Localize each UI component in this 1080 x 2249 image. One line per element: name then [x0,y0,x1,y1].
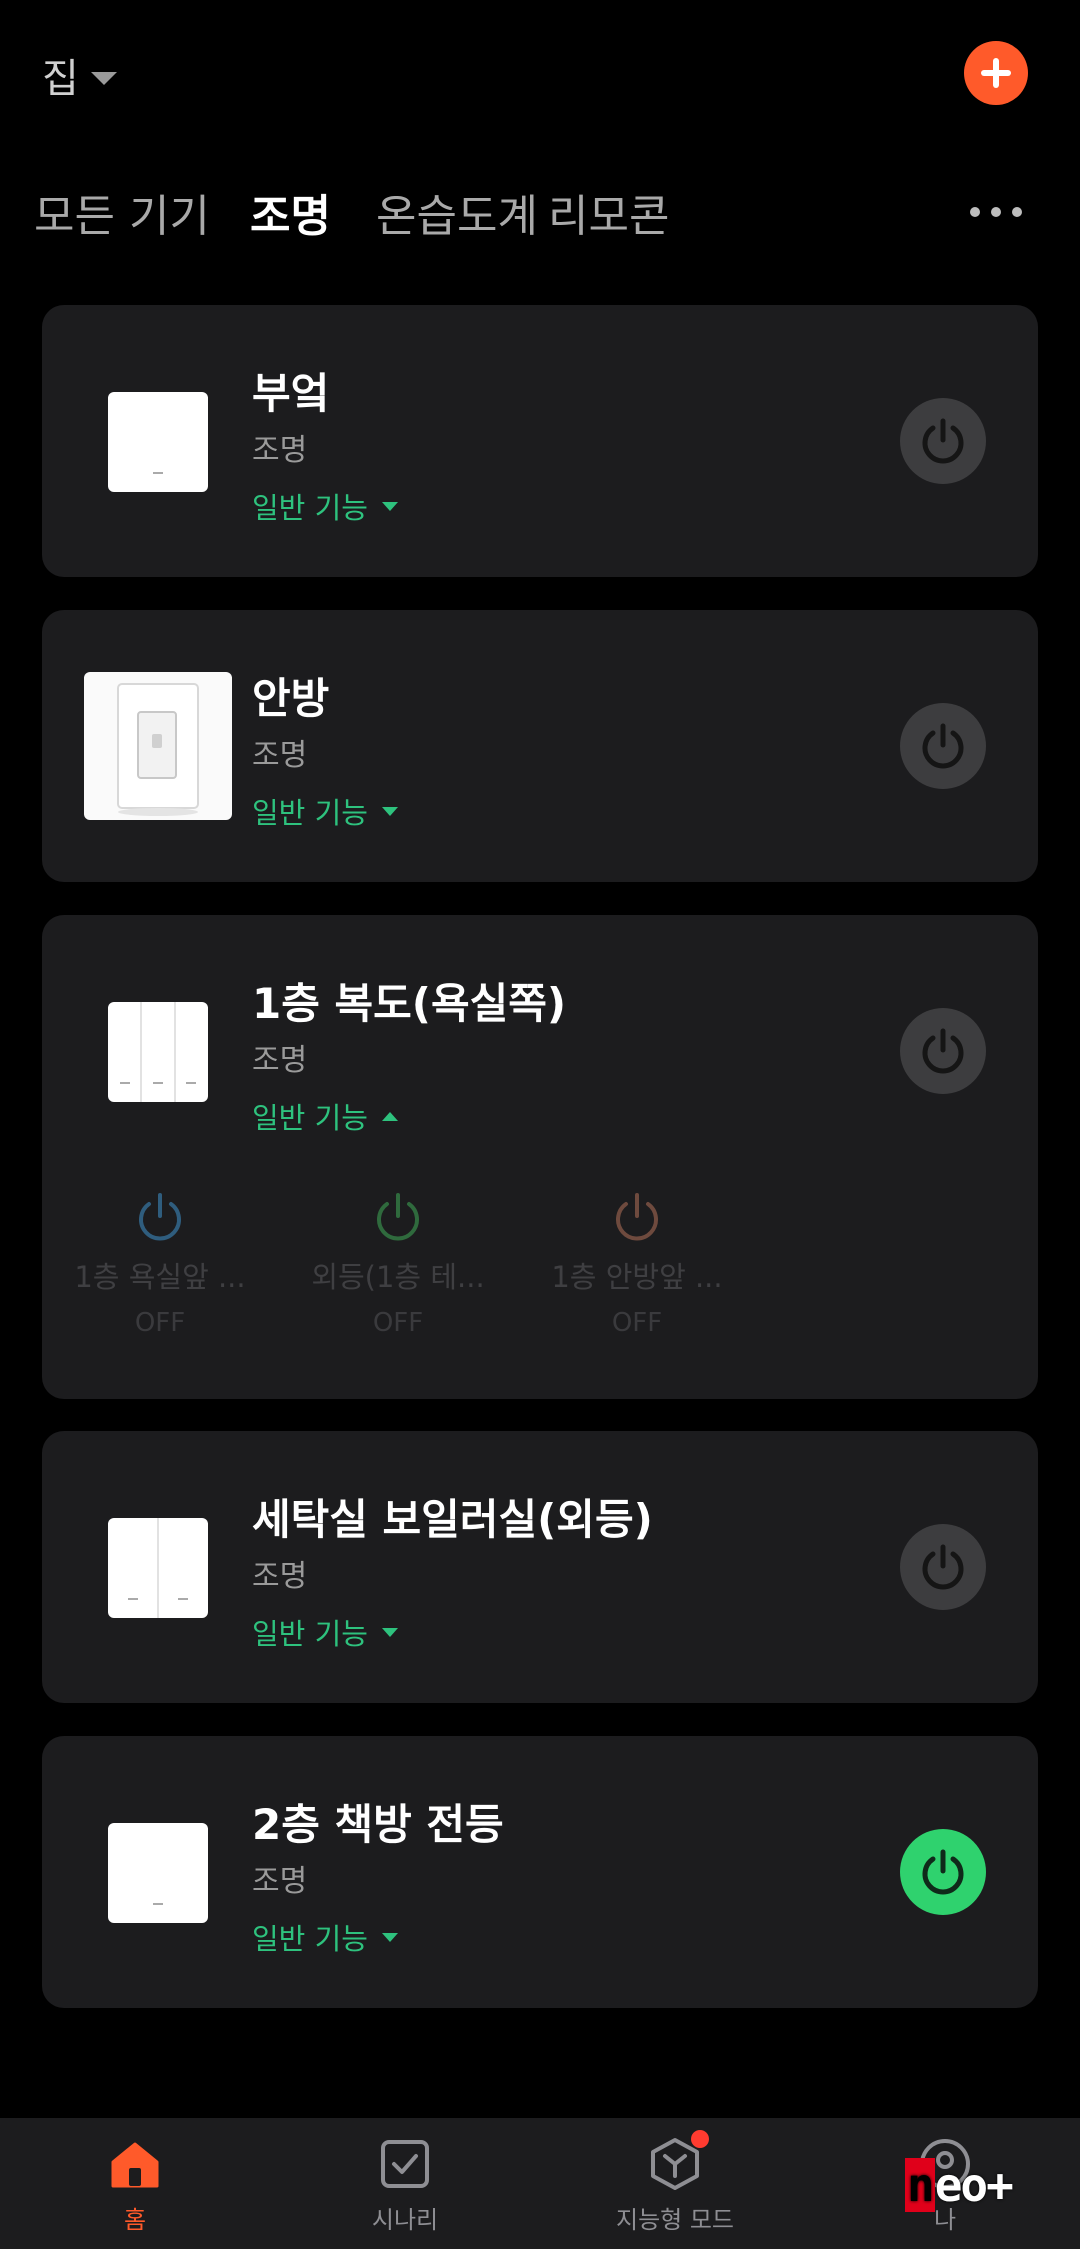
home-name: 집 [42,56,79,102]
function-label: 일반 기능 [252,1101,368,1135]
nav-label: 시나리 [371,2206,439,2234]
device-thumbnail [108,1518,208,1618]
more-icon[interactable] [970,206,1022,218]
chevron-down-icon [90,71,117,85]
sub-switch-state: OFF [611,1308,663,1338]
device-card-2f-study-light[interactable]: 2층 책방 전등 조명 일반 기능 [42,1736,1038,2008]
device-thumbnail [108,392,208,492]
nav-scenes[interactable]: 시나리 [305,2136,505,2235]
nav-label: 홈 [123,2206,147,2234]
power-button[interactable] [900,398,986,484]
top-bar: 집 [0,0,1080,150]
device-category: 조명 [252,1864,308,1899]
device-name: 1층 복도(욕실쪽) [252,979,567,1028]
sub-switch-exterior-light[interactable]: 외등(1층 테... OFF [293,1192,503,1338]
power-button[interactable] [900,1524,986,1610]
function-toggle[interactable]: 일반 기능 [252,1916,398,1958]
add-device-button[interactable] [964,41,1028,105]
chevron-down-icon [381,1932,398,1942]
tab-thermo-hygrometer[interactable]: 온습도계 [376,180,538,244]
tab-remote[interactable]: 리모콘 [548,180,669,244]
scene-check-icon [381,2140,429,2188]
device-card-master-bedroom[interactable]: 안방 조명 일반 기능 [42,610,1038,882]
device-photo [84,672,232,820]
power-icon [922,723,964,769]
device-category: 조명 [252,1043,308,1078]
neo-plus-watermark: neo+ [905,2158,1014,2212]
chevron-down-icon [381,806,398,816]
device-category: 조명 [252,1559,308,1594]
sub-switch-master-bedroom-front[interactable]: 1층 안방앞 ... OFF [532,1192,742,1338]
power-icon [377,1193,419,1241]
power-icon [922,1849,964,1895]
device-name: 세탁실 보일러실(외등) [252,1495,653,1544]
device-card-1f-hallway[interactable]: 1층 복도(욕실쪽) 조명 일반 기능 1층 욕실앞 ... OFF 외등(1층… [42,915,1038,1399]
function-label: 일반 기능 [252,796,368,830]
sub-switch-state: OFF [372,1308,424,1338]
power-icon [922,1544,964,1590]
chevron-down-icon [381,501,398,511]
sub-switch-name: 1층 욕실앞 ... [74,1260,246,1294]
device-name: 안방 [252,674,330,723]
chevron-down-icon [381,1627,398,1637]
power-button[interactable] [900,703,986,789]
sub-switch-state: OFF [134,1308,186,1338]
chevron-up-icon [381,1111,398,1121]
device-category: 조명 [252,738,308,773]
device-thumbnail [108,1002,208,1102]
function-label: 일반 기능 [252,491,368,525]
power-icon [139,1193,181,1241]
sub-switch-name: 외등(1층 테... [311,1260,485,1294]
function-label: 일반 기능 [252,1922,368,1956]
notification-badge [691,2130,709,2148]
function-toggle[interactable]: 일반 기능 [252,1095,398,1137]
device-thumbnail [108,1823,208,1923]
power-icon [616,1193,658,1241]
sub-switch-name: 1층 안방앞 ... [551,1260,723,1294]
tab-lighting[interactable]: 조명 [250,180,331,244]
nav-home[interactable]: 홈 [35,2136,235,2235]
device-name: 2층 책방 전등 [252,1800,504,1849]
category-tabs: 모든 기기 조명 온습도계 리모콘 [0,180,1080,242]
home-icon [111,2142,159,2188]
device-card-laundry-boiler[interactable]: 세탁실 보일러실(외등) 조명 일반 기능 [42,1431,1038,1703]
power-button[interactable] [900,1829,986,1915]
function-label: 일반 기능 [252,1617,368,1651]
power-button[interactable] [900,1008,986,1094]
power-icon [922,418,964,464]
tab-all-devices[interactable]: 모든 기기 [34,180,210,244]
function-toggle[interactable]: 일반 기능 [252,485,398,527]
function-toggle[interactable]: 일반 기능 [252,1611,398,1653]
nav-smart-mode[interactable]: 지능형 모드 [575,2130,775,2235]
device-name: 부엌 [252,369,330,418]
sub-switch-bathroom-front[interactable]: 1층 욕실앞 ... OFF [55,1192,265,1338]
home-selector[interactable]: 집 [42,46,117,104]
device-category: 조명 [252,433,308,468]
device-card-kitchen[interactable]: 부엌 조명 일반 기능 [42,305,1038,577]
nav-label: 지능형 모드 [615,2206,735,2234]
function-toggle[interactable]: 일반 기능 [252,790,398,832]
power-icon [922,1028,964,1074]
